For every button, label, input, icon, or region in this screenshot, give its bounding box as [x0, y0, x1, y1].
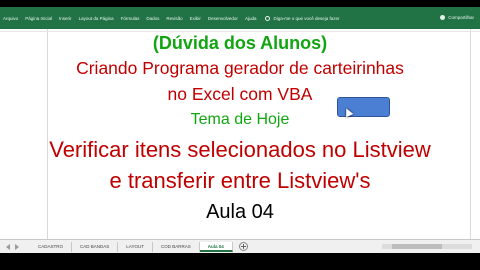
scrollbar-thumb[interactable] [392, 244, 442, 249]
sheet-tab-cad-bandas[interactable]: CAD BANDAS [72, 241, 119, 252]
video-frame: Arquivo Página Inicial Inserir Layout da… [0, 0, 480, 270]
tell-me-box[interactable]: Diga-me o que você deseja fazer [265, 15, 340, 21]
sheet-tab-layout[interactable]: LAYOUT [118, 241, 153, 252]
heading-tema: Tema de Hoje [190, 111, 290, 128]
heading-aula: Aula 04 [206, 201, 274, 223]
worksheet[interactable]: (Dúvida dos Alunos) Criando Programa ger… [0, 29, 480, 239]
gridline [0, 31, 480, 32]
sheet-tab-cod-barras[interactable]: COD BARRAS [153, 241, 200, 252]
tab-pagina-inicial[interactable]: Página Inicial [25, 16, 52, 21]
sheet-nav [0, 243, 30, 250]
sheet-tab-aula-04[interactable]: Aula 04 [199, 241, 233, 252]
heading-criando: Criando Programa gerador de carteirinhas [76, 58, 404, 78]
share-button[interactable]: Compartilhar [440, 15, 474, 20]
tab-ajuda[interactable]: Ajuda [245, 16, 257, 21]
tab-exibir[interactable]: Exibir [190, 16, 201, 21]
scroll-left-icon[interactable] [6, 243, 10, 250]
sheet-tab-bar: CADASTRO CAD BANDAS LAYOUT COD BARRAS Au… [0, 239, 480, 253]
tell-me-text: Diga-me o que você deseja fazer [273, 15, 340, 21]
person-icon [440, 15, 446, 20]
tab-arquivo[interactable]: Arquivo [3, 16, 18, 21]
tab-revisao[interactable]: Revisão [166, 16, 182, 21]
sheet-tab-cadastro[interactable]: CADASTRO [30, 241, 73, 252]
tab-formulas[interactable]: Fórmulas [121, 16, 140, 21]
tab-dados[interactable]: Dados [146, 16, 159, 21]
tab-desenvolvedor[interactable]: Desenvolvedor [208, 16, 238, 21]
share-label: Compartilhar [448, 15, 474, 20]
heading-verificar: Verificar itens selecionados no Listview [49, 137, 431, 162]
scroll-right-icon[interactable] [15, 243, 19, 250]
tab-inserir[interactable]: Inserir [59, 16, 72, 21]
heading-duvida: (Dúvida dos Alunos) [152, 33, 328, 53]
lightbulb-icon [265, 15, 271, 21]
ribbon: Arquivo Página Inicial Inserir Layout da… [0, 7, 480, 29]
add-sheet-icon[interactable] [238, 242, 248, 251]
tab-layout-da-pagina[interactable]: Layout da Página [79, 16, 114, 21]
horizontal-scrollbar[interactable] [382, 244, 472, 249]
heading-excel-vba: no Excel com VBA [167, 84, 313, 104]
heading-transferir: e transferir entre Listview's [109, 168, 371, 193]
